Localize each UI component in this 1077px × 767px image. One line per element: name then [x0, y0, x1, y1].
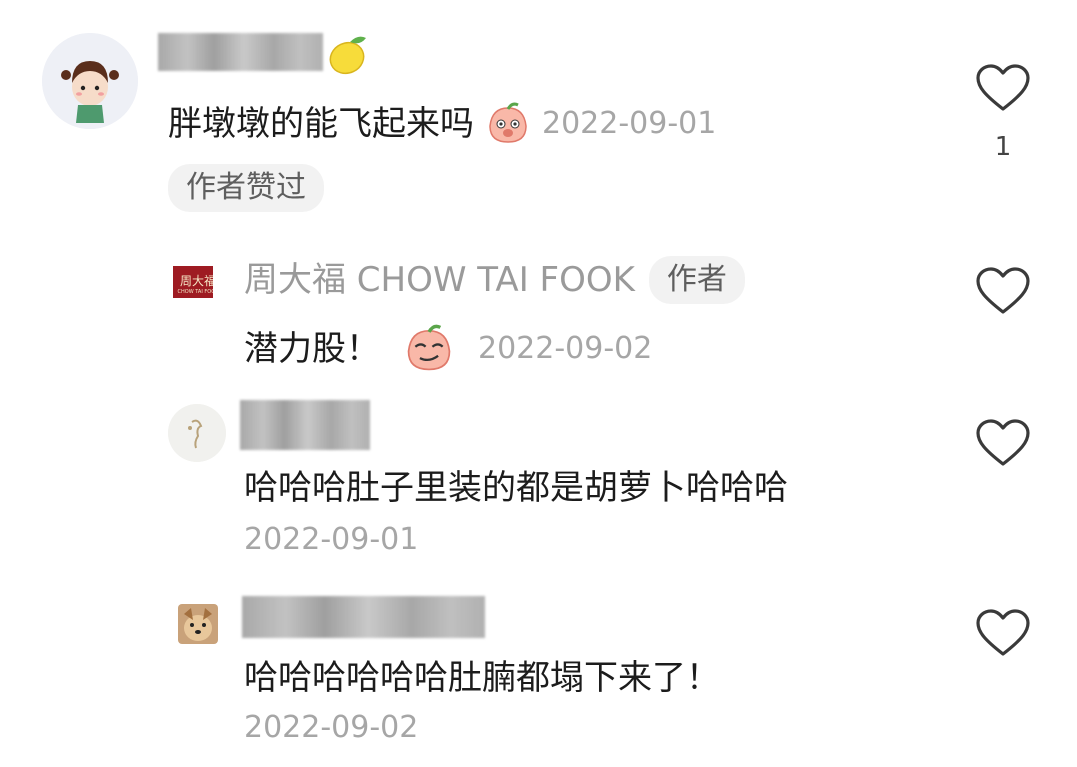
comment-date: 2022-09-02 — [244, 710, 419, 745]
avatar[interactable] — [42, 33, 138, 129]
username-blurred[interactable] — [242, 596, 485, 638]
sketch-avatar-icon — [168, 404, 226, 462]
author-liked-badge: 作者赞过 — [168, 164, 324, 212]
like-count: 1 — [994, 132, 1012, 162]
comment-text: 胖墩墩的能飞起来吗 — [168, 104, 474, 144]
lemon-icon — [326, 32, 370, 82]
heart-icon — [976, 267, 1030, 314]
username-blurred[interactable] — [158, 33, 323, 71]
comment-date: 2022-09-01 — [542, 106, 717, 141]
like-button[interactable] — [975, 608, 1031, 662]
heart-icon — [976, 419, 1030, 466]
author-tag: 作者 — [648, 256, 745, 304]
like-button[interactable] — [975, 266, 1031, 320]
author-name[interactable]: 周大福 CHOW TAI FOOK — [244, 258, 635, 302]
like-button[interactable] — [975, 418, 1031, 472]
svg-text:周大福: 周大福 — [180, 273, 213, 288]
peach-smirk-icon — [404, 324, 454, 374]
brand-avatar[interactable]: 周大福 CHOW TAI FOOK — [173, 262, 213, 302]
comment-date: 2022-09-01 — [244, 522, 419, 557]
svg-text:CHOW TAI FOOK: CHOW TAI FOOK — [178, 289, 213, 295]
username-blurred[interactable] — [240, 400, 370, 450]
chow-tai-fook-logo-icon: 周大福 CHOW TAI FOOK — [173, 266, 213, 298]
girl-avatar-icon — [42, 33, 138, 129]
avatar[interactable] — [168, 404, 226, 462]
dog-avatar-icon — [178, 604, 218, 644]
comment-date: 2022-09-02 — [478, 331, 653, 366]
like-button[interactable] — [975, 63, 1031, 117]
heart-icon — [976, 609, 1030, 656]
peach-face-icon — [486, 102, 530, 146]
comment-text: 哈哈哈哈哈哈肚腩都塌下来了！ — [244, 658, 720, 698]
avatar[interactable] — [178, 604, 218, 644]
comment-text: 潜力股！ — [244, 329, 380, 369]
comment-text: 哈哈哈肚子里装的都是胡萝卜哈哈哈 — [244, 468, 788, 508]
heart-icon — [976, 64, 1030, 111]
